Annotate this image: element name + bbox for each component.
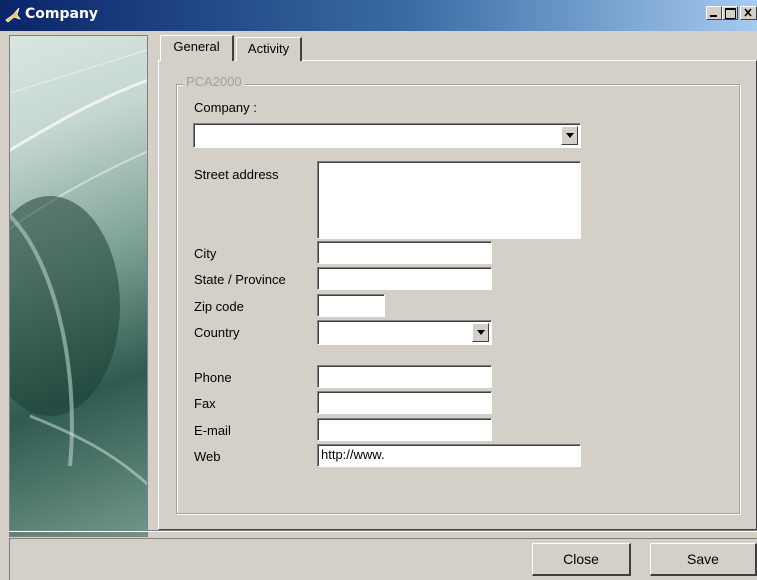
street-address-label: Street address: [194, 167, 279, 182]
chevron-down-icon: [477, 330, 485, 335]
maximize-button[interactable]: [722, 6, 738, 20]
company-combobox[interactable]: [193, 123, 581, 148]
minimize-icon: [710, 15, 717, 17]
country-combobox[interactable]: [317, 320, 492, 345]
group-box-title: PCA2000: [183, 74, 245, 89]
chevron-down-icon: [566, 133, 574, 138]
tab-general-label: General: [173, 39, 220, 54]
company-label: Company :: [194, 100, 257, 115]
close-window-button[interactable]: [740, 6, 757, 20]
side-banner-image: [9, 35, 148, 537]
save-button[interactable]: Save: [650, 543, 757, 576]
state-province-label: State / Province: [194, 272, 286, 287]
country-label: Country: [194, 325, 240, 340]
country-dropdown-button[interactable]: [472, 323, 489, 342]
email-field[interactable]: [317, 418, 492, 441]
city-field[interactable]: [317, 241, 492, 264]
email-label: E-mail: [194, 423, 231, 438]
company-dropdown-button[interactable]: [561, 126, 578, 145]
zip-code-field[interactable]: [317, 294, 385, 317]
tab-general[interactable]: General: [160, 35, 234, 61]
minimize-button[interactable]: [706, 6, 722, 20]
window-title: Company: [25, 6, 99, 22]
title-bar[interactable]: [0, 0, 757, 31]
fax-label: Fax: [194, 396, 216, 411]
maximize-icon: [725, 8, 736, 19]
street-address-field[interactable]: [317, 161, 581, 239]
web-label: Web: [194, 449, 221, 464]
state-province-field[interactable]: [317, 267, 492, 290]
divider: [9, 530, 757, 532]
tab-activity-label: Activity: [247, 41, 290, 56]
tab-activity[interactable]: Activity: [236, 37, 302, 61]
close-button[interactable]: Close: [532, 543, 631, 576]
phone-field[interactable]: [317, 365, 492, 388]
city-label: City: [194, 246, 217, 261]
fax-field[interactable]: [317, 391, 492, 414]
zip-code-label: Zip code: [194, 299, 244, 314]
app-icon: [4, 6, 22, 24]
phone-label: Phone: [194, 370, 232, 385]
button-bar: [9, 538, 757, 580]
close-icon: [744, 8, 752, 17]
web-field[interactable]: http://www.: [317, 444, 581, 467]
